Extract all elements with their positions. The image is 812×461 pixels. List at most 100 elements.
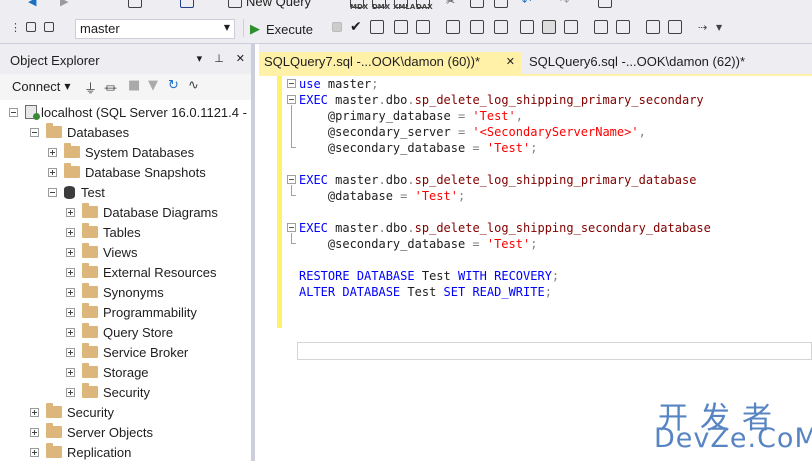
expand-icon[interactable] bbox=[48, 147, 57, 157]
tree-node[interactable]: Tables bbox=[66, 222, 141, 242]
collapse-icon[interactable] bbox=[9, 107, 18, 117]
collapse-icon[interactable] bbox=[287, 95, 296, 104]
folder-icon bbox=[46, 123, 62, 138]
panel-dropdown-icon[interactable]: ▾ bbox=[197, 52, 203, 65]
code-line: EXEC master.dbo.sp_delete_log_shipping_p… bbox=[299, 172, 696, 188]
expand-icon[interactable] bbox=[48, 167, 57, 177]
expand-icon[interactable] bbox=[30, 427, 39, 437]
refresh-icon[interactable]: ↻ bbox=[168, 78, 179, 93]
change-connection-icon[interactable] bbox=[26, 17, 36, 37]
expand-icon[interactable] bbox=[66, 287, 75, 297]
execute-button[interactable]: ▶ Execute bbox=[250, 19, 313, 39]
tree-node[interactable]: Storage bbox=[66, 362, 149, 382]
live-stats-icon[interactable] bbox=[470, 17, 484, 37]
toolbar-overflow-icon[interactable]: ▼ bbox=[716, 17, 722, 37]
tree-node[interactable]: Security bbox=[66, 382, 150, 402]
tree-node-label: Views bbox=[103, 244, 138, 260]
uncomment-icon[interactable] bbox=[616, 17, 630, 37]
main-toolbar: ◀ ▶ New Query ✂ ↶ ↷ MDX DMX XMLA DAX ⋮ m… bbox=[0, 0, 812, 44]
tree-node[interactable]: Views bbox=[66, 242, 137, 262]
tree-node[interactable]: Server Objects bbox=[30, 422, 153, 442]
increase-indent-icon[interactable] bbox=[668, 17, 682, 37]
code-editor[interactable]: use master; EXEC master.dbo.sp_delete_log… bbox=[259, 76, 812, 461]
tree-node[interactable]: Programmability bbox=[66, 302, 197, 322]
include-plan-icon[interactable] bbox=[446, 17, 460, 37]
tree-node[interactable]: System Databases bbox=[48, 142, 194, 162]
tab-sqlquery7[interactable]: SQLQuery7.sql -...OOK\damon (60))* ✕ bbox=[259, 52, 521, 74]
tree-node[interactable]: Query Store bbox=[66, 322, 173, 342]
stop-icon[interactable] bbox=[332, 17, 342, 37]
tree-node-label: System Databases bbox=[85, 144, 195, 160]
tab-close-icon[interactable]: ✕ bbox=[506, 55, 515, 68]
new-query-button[interactable]: New Query bbox=[228, 0, 311, 11]
database-select-value: master bbox=[80, 21, 120, 36]
client-stats-icon[interactable] bbox=[494, 17, 508, 37]
collapse-icon[interactable] bbox=[287, 223, 296, 232]
code-token: WITH bbox=[457, 269, 487, 283]
tree-node[interactable]: localhost (SQL Server 16.0.1121.4 - Ma bbox=[9, 102, 251, 122]
tree-node[interactable]: Database Diagrams bbox=[66, 202, 218, 222]
paste-icon[interactable] bbox=[494, 0, 508, 11]
close-icon[interactable]: ✕ bbox=[236, 52, 245, 65]
tree-node[interactable]: Service Broker bbox=[66, 342, 188, 362]
collapse-icon[interactable] bbox=[30, 127, 39, 137]
activity-monitor-icon[interactable]: ∿ bbox=[188, 78, 199, 93]
tree-node-label: Replication bbox=[67, 444, 132, 460]
redo-icon[interactable]: ↷ bbox=[560, 0, 569, 11]
decrease-indent-icon[interactable] bbox=[646, 17, 660, 37]
specify-values-icon[interactable]: ⇢ bbox=[698, 17, 707, 37]
expand-icon[interactable] bbox=[66, 367, 75, 377]
expand-icon[interactable] bbox=[66, 307, 75, 317]
folder-icon bbox=[46, 423, 62, 438]
collapse-icon[interactable] bbox=[287, 79, 296, 88]
results-grid-icon[interactable] bbox=[542, 17, 556, 37]
stop-icon[interactable]: ■ bbox=[128, 78, 140, 93]
tree-node[interactable]: Test bbox=[48, 182, 105, 202]
results-to-text-icon[interactable] bbox=[520, 17, 534, 37]
tree-node[interactable]: Replication bbox=[30, 442, 131, 461]
pin-icon[interactable]: ⊥ bbox=[214, 52, 224, 65]
tree-node[interactable]: External Resources bbox=[66, 262, 216, 282]
copy-icon[interactable] bbox=[470, 0, 484, 11]
connect-icon[interactable] bbox=[44, 17, 54, 37]
tree-node[interactable]: Databases bbox=[30, 122, 129, 142]
expand-icon[interactable] bbox=[66, 207, 75, 217]
parse-icon[interactable]: ✔ bbox=[350, 17, 362, 37]
expand-icon[interactable] bbox=[30, 447, 39, 457]
tab-sqlquery6[interactable]: SQLQuery6.sql -...OOK\damon (62))* bbox=[529, 54, 812, 74]
connect-plug-icon[interactable]: ⏚ bbox=[84, 78, 97, 97]
tree-node[interactable]: Database Snapshots bbox=[48, 162, 206, 182]
expand-icon[interactable] bbox=[30, 407, 39, 417]
expand-icon[interactable] bbox=[66, 347, 75, 357]
undo-icon[interactable]: ↶ bbox=[522, 0, 531, 11]
back-icon[interactable]: ◀ bbox=[28, 0, 36, 11]
tree-node[interactable]: Synonyms bbox=[66, 282, 164, 302]
start-icon[interactable] bbox=[598, 0, 612, 11]
save-icon[interactable] bbox=[180, 0, 194, 11]
expand-icon[interactable] bbox=[66, 247, 75, 257]
results-file-icon[interactable] bbox=[564, 17, 578, 37]
disconnect-icon[interactable]: ⏛ bbox=[104, 78, 117, 97]
collapse-icon[interactable] bbox=[287, 175, 296, 184]
expand-icon[interactable] bbox=[66, 327, 75, 337]
database-select[interactable]: master ▼ bbox=[75, 19, 235, 39]
code-line: EXEC master.dbo.sp_delete_log_shipping_s… bbox=[299, 220, 711, 236]
tree-node-label: localhost (SQL Server 16.0.1121.4 - Ma bbox=[41, 104, 251, 120]
forward-icon[interactable]: ▶ bbox=[60, 0, 68, 11]
connect-button[interactable]: Connect ▼ bbox=[12, 79, 71, 94]
expand-icon[interactable] bbox=[66, 267, 75, 277]
comment-icon[interactable] bbox=[594, 17, 608, 37]
folder-icon bbox=[64, 143, 80, 158]
collapse-icon[interactable] bbox=[48, 187, 57, 197]
folder-icon bbox=[82, 383, 98, 398]
display-plan-icon[interactable] bbox=[370, 17, 384, 37]
tree-node[interactable]: Security bbox=[30, 402, 114, 422]
expand-icon[interactable] bbox=[66, 227, 75, 237]
code-token: @secondary_database bbox=[299, 237, 466, 251]
results-text-icon[interactable] bbox=[416, 17, 430, 37]
new-project-icon[interactable] bbox=[128, 0, 142, 11]
cut-icon[interactable]: ✂ bbox=[446, 0, 455, 11]
expand-icon[interactable] bbox=[66, 387, 75, 397]
filter-icon[interactable]: ▼ bbox=[148, 78, 158, 93]
query-options-icon[interactable] bbox=[394, 17, 408, 37]
